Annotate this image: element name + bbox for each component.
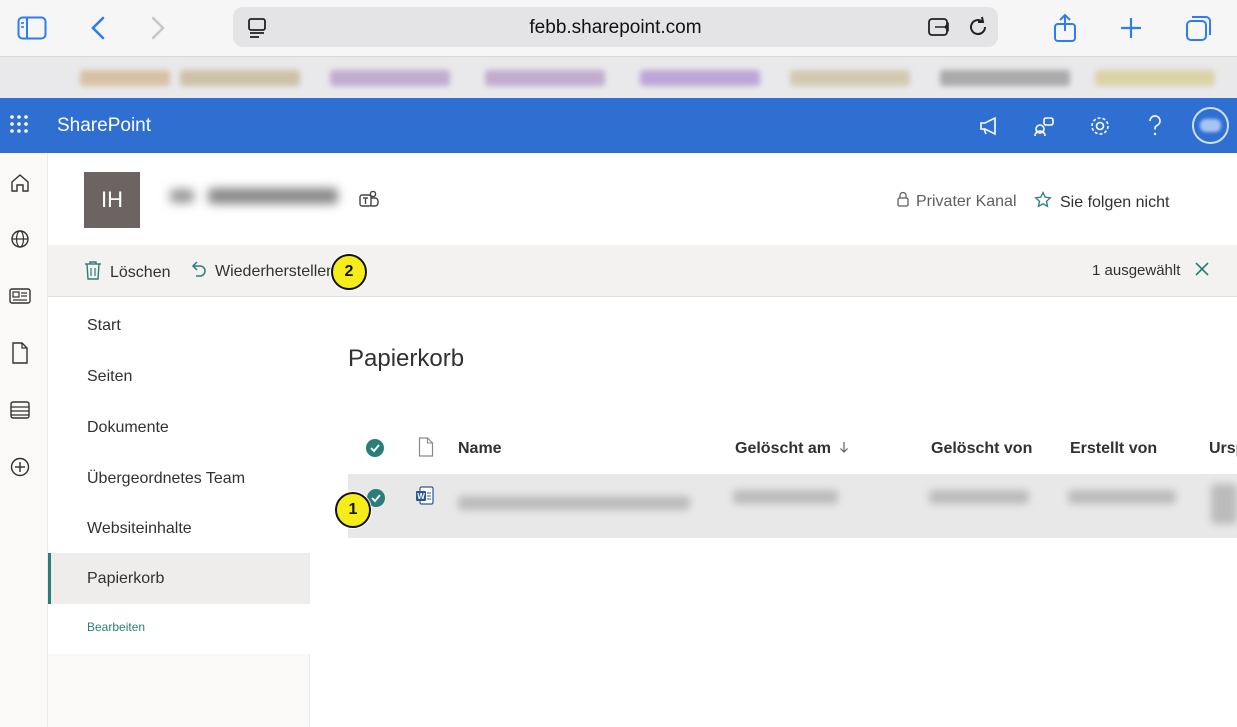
url-text: febb.sharepoint.com [529,17,702,38]
file-name-blurred[interactable] [458,496,690,510]
browser-toolbar: febb.sharepoint.com [0,0,1237,56]
tab-blurred[interactable] [940,70,1070,86]
nav-item-site-contents[interactable]: Websiteinhalte [48,503,310,554]
left-navigation: Start Seiten Dokumente Übergeordnetes Te… [48,297,310,727]
svg-text:W: W [417,492,425,501]
select-all-checkbox[interactable] [366,439,384,457]
site-logo[interactable]: IH [84,172,140,228]
nav-item-recycle-bin[interactable]: Papierkorb [48,553,310,604]
extension-icon[interactable] [927,17,951,42]
user-avatar[interactable] [1192,107,1229,144]
forward-icon[interactable] [140,10,176,46]
nav-item-parent-team[interactable]: Übergeordnetes Team [48,453,310,504]
document-icon[interactable] [8,341,32,365]
tab-overview-icon[interactable] [1181,10,1217,46]
column-deleted-by[interactable]: Gelöscht von [931,440,1032,458]
list-header: Name Gelöscht am Gelöscht von Erstellt v… [348,427,1237,471]
column-name[interactable]: Name [458,440,502,458]
selected-count: 1 ausgewählt [1092,262,1181,279]
origin-blurred [1211,484,1237,524]
delete-label: Löschen [110,263,171,281]
trash-icon [84,260,102,285]
private-channel-label: Privater Kanal [896,191,1017,212]
suite-bar: SharePoint [0,98,1237,153]
column-origin[interactable]: Ursp [1209,440,1237,458]
sidebar-toggle-icon[interactable] [14,10,50,46]
tab-blurred[interactable] [640,70,760,86]
created-by-blurred [1068,490,1176,504]
news-icon[interactable] [8,284,32,308]
app-bar [0,153,48,727]
suite-brand[interactable]: SharePoint [57,115,151,137]
home-icon[interactable] [8,171,32,195]
new-tab-icon[interactable] [1113,10,1149,46]
tab-blurred[interactable] [180,70,300,86]
deleted-date-blurred [733,490,838,504]
restore-label: Wiederherstellen [215,262,336,280]
tab-blurred[interactable] [330,70,450,86]
help-icon[interactable] [1139,110,1171,142]
address-bar[interactable]: febb.sharepoint.com [233,7,998,47]
list-icon[interactable] [8,398,32,422]
step-marker-2: 2 [331,254,367,290]
privacy-text: Privater Kanal [916,192,1017,210]
teams-icon[interactable] [358,189,380,211]
tab-blurred[interactable] [485,70,605,86]
step-marker-1: 1 [335,492,371,528]
add-circle-icon[interactable] [8,455,32,479]
command-bar: Löschen Wiederherstellen 1 ausgewählt [48,245,1237,297]
app-launcher-icon[interactable] [8,113,30,135]
column-deleted-on-label: Gelöscht am [735,440,832,457]
deleted-by-blurred [929,490,1029,504]
nav-edit-link[interactable]: Bearbeiten [87,620,145,634]
announcement-icon[interactable] [973,110,1005,142]
close-icon[interactable] [1194,261,1212,279]
site-header: IH Privater Kanal Sie folgen nicht [48,153,1237,245]
restore-button[interactable]: Wiederherstellen [189,260,335,283]
lock-icon [896,191,910,212]
file-type-icon[interactable] [418,437,434,462]
tab-blurred[interactable] [1095,70,1215,86]
reload-icon[interactable] [967,16,989,43]
column-created-by[interactable]: Erstellt von [1070,440,1157,458]
site-title-blurred[interactable] [168,183,346,209]
sort-down-icon [839,440,849,458]
nav-item-seiten[interactable]: Seiten [48,351,310,402]
tab-strip[interactable] [0,56,1237,98]
page-title: Papierkorb [348,345,465,372]
share-feedback-icon[interactable] [1028,110,1060,142]
table-row[interactable]: W [348,474,1237,538]
main-content: Papierkorb Name Gelöscht am Gelöscht von… [311,297,1237,727]
tab-blurred[interactable] [80,70,170,86]
globe-icon[interactable] [8,227,32,251]
settings-gear-icon[interactable] [1084,110,1116,142]
nav-item-start[interactable]: Start [48,300,310,351]
column-deleted-on[interactable]: Gelöscht am [735,440,849,458]
nav-item-dokumente[interactable]: Dokumente [48,402,310,453]
star-icon [1034,190,1052,214]
word-file-icon: W [415,486,435,511]
share-icon[interactable] [1047,10,1083,46]
back-icon[interactable] [80,10,116,46]
follow-text: Sie folgen nicht [1060,193,1170,211]
follow-button[interactable]: Sie folgen nicht [1034,190,1170,214]
delete-button[interactable]: Löschen [84,260,171,285]
tab-blurred[interactable] [790,70,910,86]
undo-icon [189,260,207,283]
